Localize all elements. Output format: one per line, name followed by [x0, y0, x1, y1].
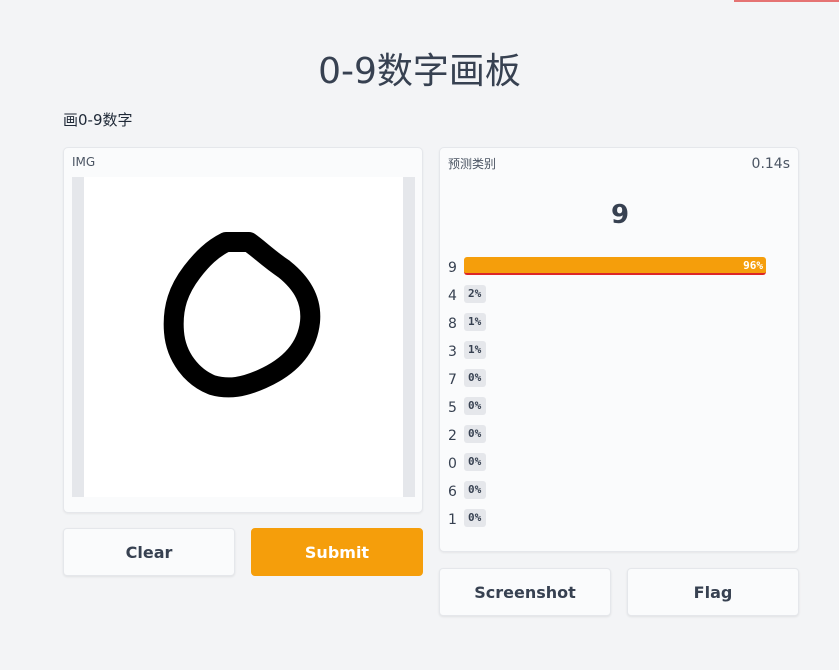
- prediction-label: 8: [448, 316, 457, 332]
- confidence-percent: 2%: [468, 287, 482, 300]
- input-panel: IMG: [63, 147, 423, 513]
- output-panel-label: 预测类别: [448, 157, 497, 171]
- confidence-percent: 0%: [468, 371, 482, 384]
- top-right-accent-line: [734, 0, 839, 2]
- drawing-canvas[interactable]: [84, 177, 403, 497]
- prediction-list: 9 96% 4 2% 8 1% 3 1% 7 0% 5 0% 2 0% 0 0% 6 0% 1 0%: [440, 256, 800, 536]
- prediction-label: 9: [448, 260, 457, 276]
- screenshot-button[interactable]: Screenshot: [439, 568, 611, 616]
- confidence-percent: 96%: [743, 259, 763, 272]
- prediction-row: 4 2%: [440, 284, 800, 312]
- prediction-label: 4: [448, 288, 457, 304]
- prediction-row: 5 0%: [440, 396, 800, 424]
- prediction-label: 0: [448, 456, 457, 472]
- prediction-label: 2: [448, 428, 457, 444]
- confidence-percent: 1%: [468, 343, 482, 356]
- prediction-label: 3: [448, 344, 457, 360]
- confidence-percent: 0%: [468, 399, 482, 412]
- prediction-row: 1 0%: [440, 508, 800, 536]
- prediction-row: 2 0%: [440, 424, 800, 452]
- confidence-bar: [464, 257, 766, 275]
- prediction-row: 6 0%: [440, 480, 800, 508]
- confidence-percent: 1%: [468, 315, 482, 328]
- drawn-stroke: [163, 232, 321, 398]
- canvas-frame: [72, 177, 415, 497]
- flag-button[interactable]: Flag: [627, 568, 799, 616]
- clear-button[interactable]: Clear: [63, 528, 235, 576]
- page-title: 0-9数字画板: [318, 51, 521, 92]
- prediction-row: 8 1%: [440, 312, 800, 340]
- inference-timing: 0.14s: [751, 156, 790, 172]
- output-panel: 预测类别 0.14s 9 9 96% 4 2% 8 1% 3 1% 7 0% 5 0% 2 0% 0 0% 6 0…: [439, 147, 799, 552]
- confidence-percent: 0%: [468, 427, 482, 440]
- confidence-percent: 0%: [468, 483, 482, 496]
- page-subtitle: 画0-9数字: [63, 111, 133, 129]
- prediction-label: 6: [448, 484, 457, 500]
- submit-button[interactable]: Submit: [251, 528, 423, 576]
- prediction-row: 3 1%: [440, 340, 800, 368]
- confidence-percent: 0%: [468, 511, 482, 524]
- prediction-label: 1: [448, 512, 457, 528]
- predicted-class: 9: [610, 200, 630, 230]
- input-panel-label: IMG: [72, 155, 96, 169]
- prediction-label: 5: [448, 400, 457, 416]
- prediction-row: 0 0%: [440, 452, 800, 480]
- prediction-row: 7 0%: [440, 368, 800, 396]
- prediction-row: 9 96%: [440, 256, 800, 284]
- prediction-label: 7: [448, 372, 457, 388]
- confidence-percent: 0%: [468, 455, 482, 468]
